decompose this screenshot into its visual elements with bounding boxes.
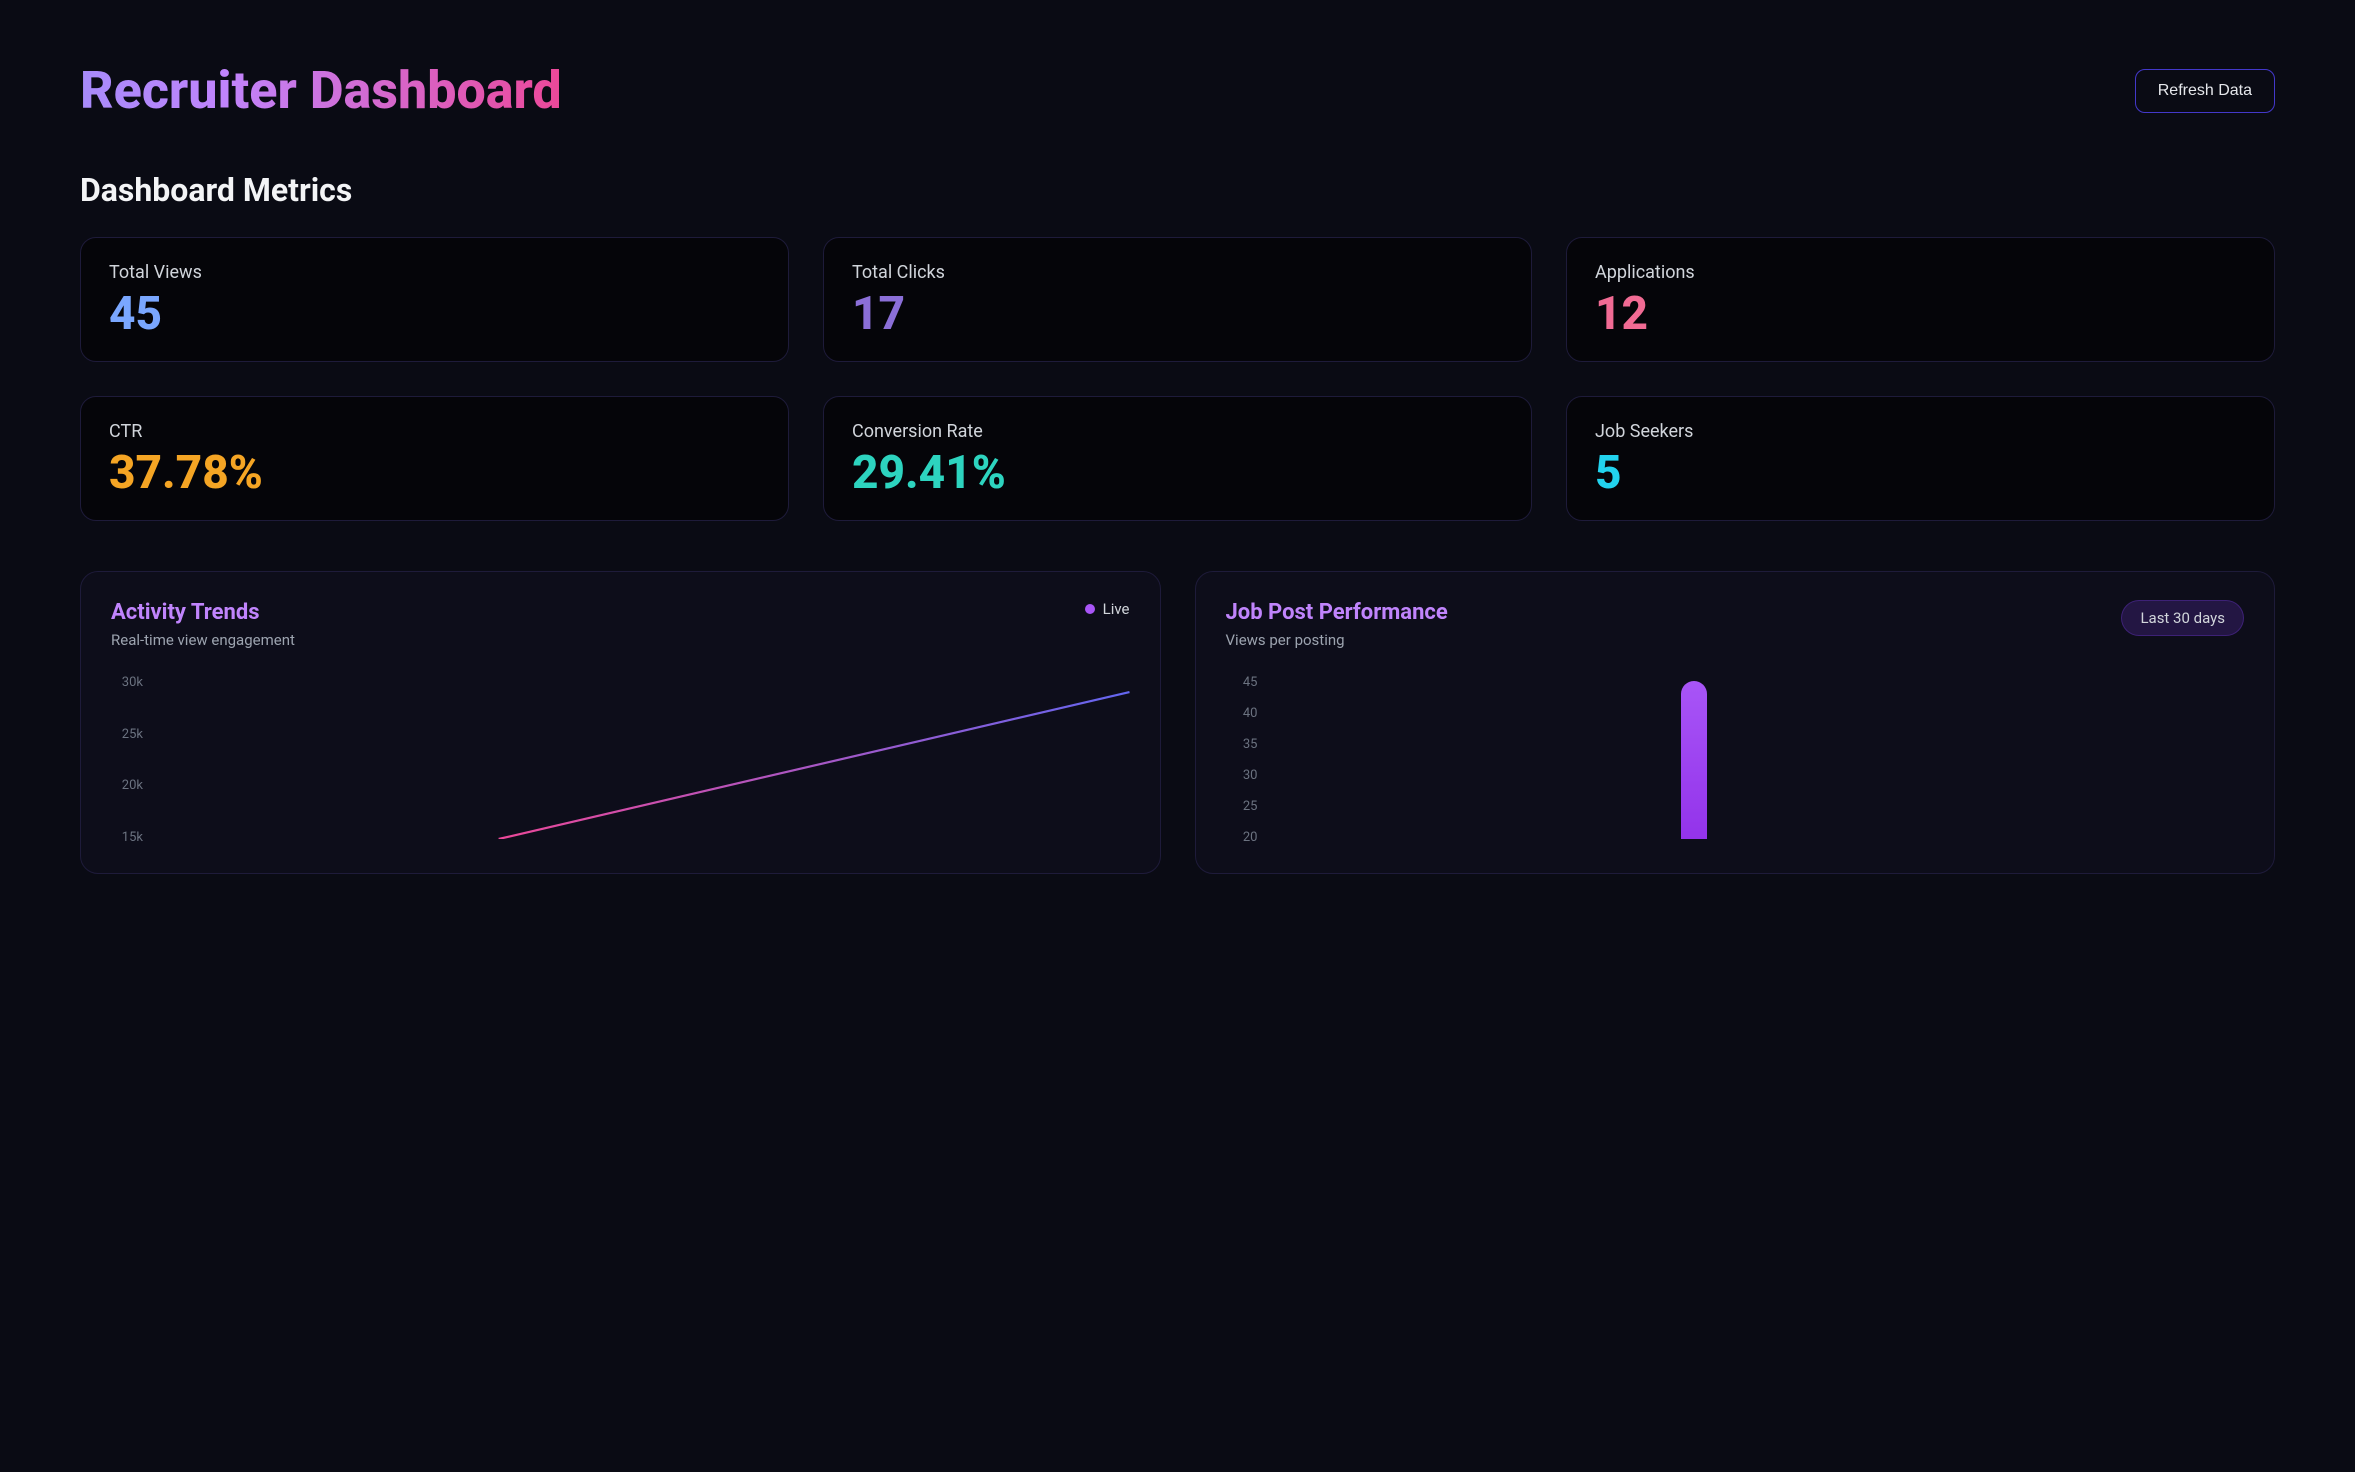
y-tick: 30k — [111, 675, 151, 690]
live-dot-icon — [1085, 604, 1095, 614]
bar — [1681, 681, 1707, 839]
metric-value: 12 — [1595, 291, 2246, 337]
range-badge[interactable]: Last 30 days — [2121, 600, 2244, 636]
y-tick: 25k — [111, 727, 151, 742]
line-chart-svg — [159, 681, 1130, 839]
live-label: Live — [1103, 600, 1130, 618]
chart-subtitle: Real-time view engagement — [111, 631, 295, 649]
metric-card-job-seekers: Job Seekers 5 — [1566, 396, 2275, 521]
y-tick: 25 — [1226, 799, 1266, 814]
section-title: Dashboard Metrics — [80, 171, 2275, 209]
metric-label: Applications — [1595, 262, 2246, 283]
y-axis: 30k 25k 20k 15k — [111, 675, 151, 845]
metric-label: Total Clicks — [852, 262, 1503, 283]
refresh-data-button[interactable]: Refresh Data — [2135, 69, 2275, 113]
y-tick: 45 — [1226, 675, 1266, 690]
y-tick: 30 — [1226, 768, 1266, 783]
y-tick: 20k — [111, 778, 151, 793]
page-title: Recruiter Dashboard — [80, 60, 562, 121]
chart-job-post-performance: Job Post Performance Views per posting L… — [1195, 571, 2276, 874]
metric-card-total-clicks: Total Clicks 17 — [823, 237, 1532, 362]
metrics-grid: Total Views 45 Total Clicks 17 Applicati… — [80, 237, 2275, 521]
y-tick: 15k — [111, 830, 151, 845]
metric-card-conversion: Conversion Rate 29.41% — [823, 396, 1532, 521]
y-tick: 40 — [1226, 706, 1266, 721]
metric-label: CTR — [109, 421, 760, 442]
metric-label: Conversion Rate — [852, 421, 1503, 442]
metric-card-applications: Applications 12 — [1566, 237, 2275, 362]
live-badge: Live — [1085, 600, 1130, 618]
y-tick: 20 — [1226, 830, 1266, 845]
metric-value: 29.41% — [852, 450, 1503, 496]
metric-card-ctr: CTR 37.78% — [80, 396, 789, 521]
bar-plot-area — [1274, 681, 2245, 839]
line-plot-area — [159, 681, 1130, 839]
metric-value: 37.78% — [109, 450, 760, 496]
chart-subtitle: Views per posting — [1226, 631, 1448, 649]
metric-label: Total Views — [109, 262, 760, 283]
y-tick: 35 — [1226, 737, 1266, 752]
y-axis: 45 40 35 30 25 20 — [1226, 675, 1266, 845]
chart-title: Job Post Performance — [1226, 600, 1448, 625]
metric-value: 17 — [852, 291, 1503, 337]
metric-label: Job Seekers — [1595, 421, 2246, 442]
metric-value: 5 — [1595, 450, 2246, 496]
metric-card-total-views: Total Views 45 — [80, 237, 789, 362]
chart-title: Activity Trends — [111, 600, 295, 625]
chart-activity-trends: Activity Trends Real-time view engagemen… — [80, 571, 1161, 874]
metric-value: 45 — [109, 291, 760, 337]
